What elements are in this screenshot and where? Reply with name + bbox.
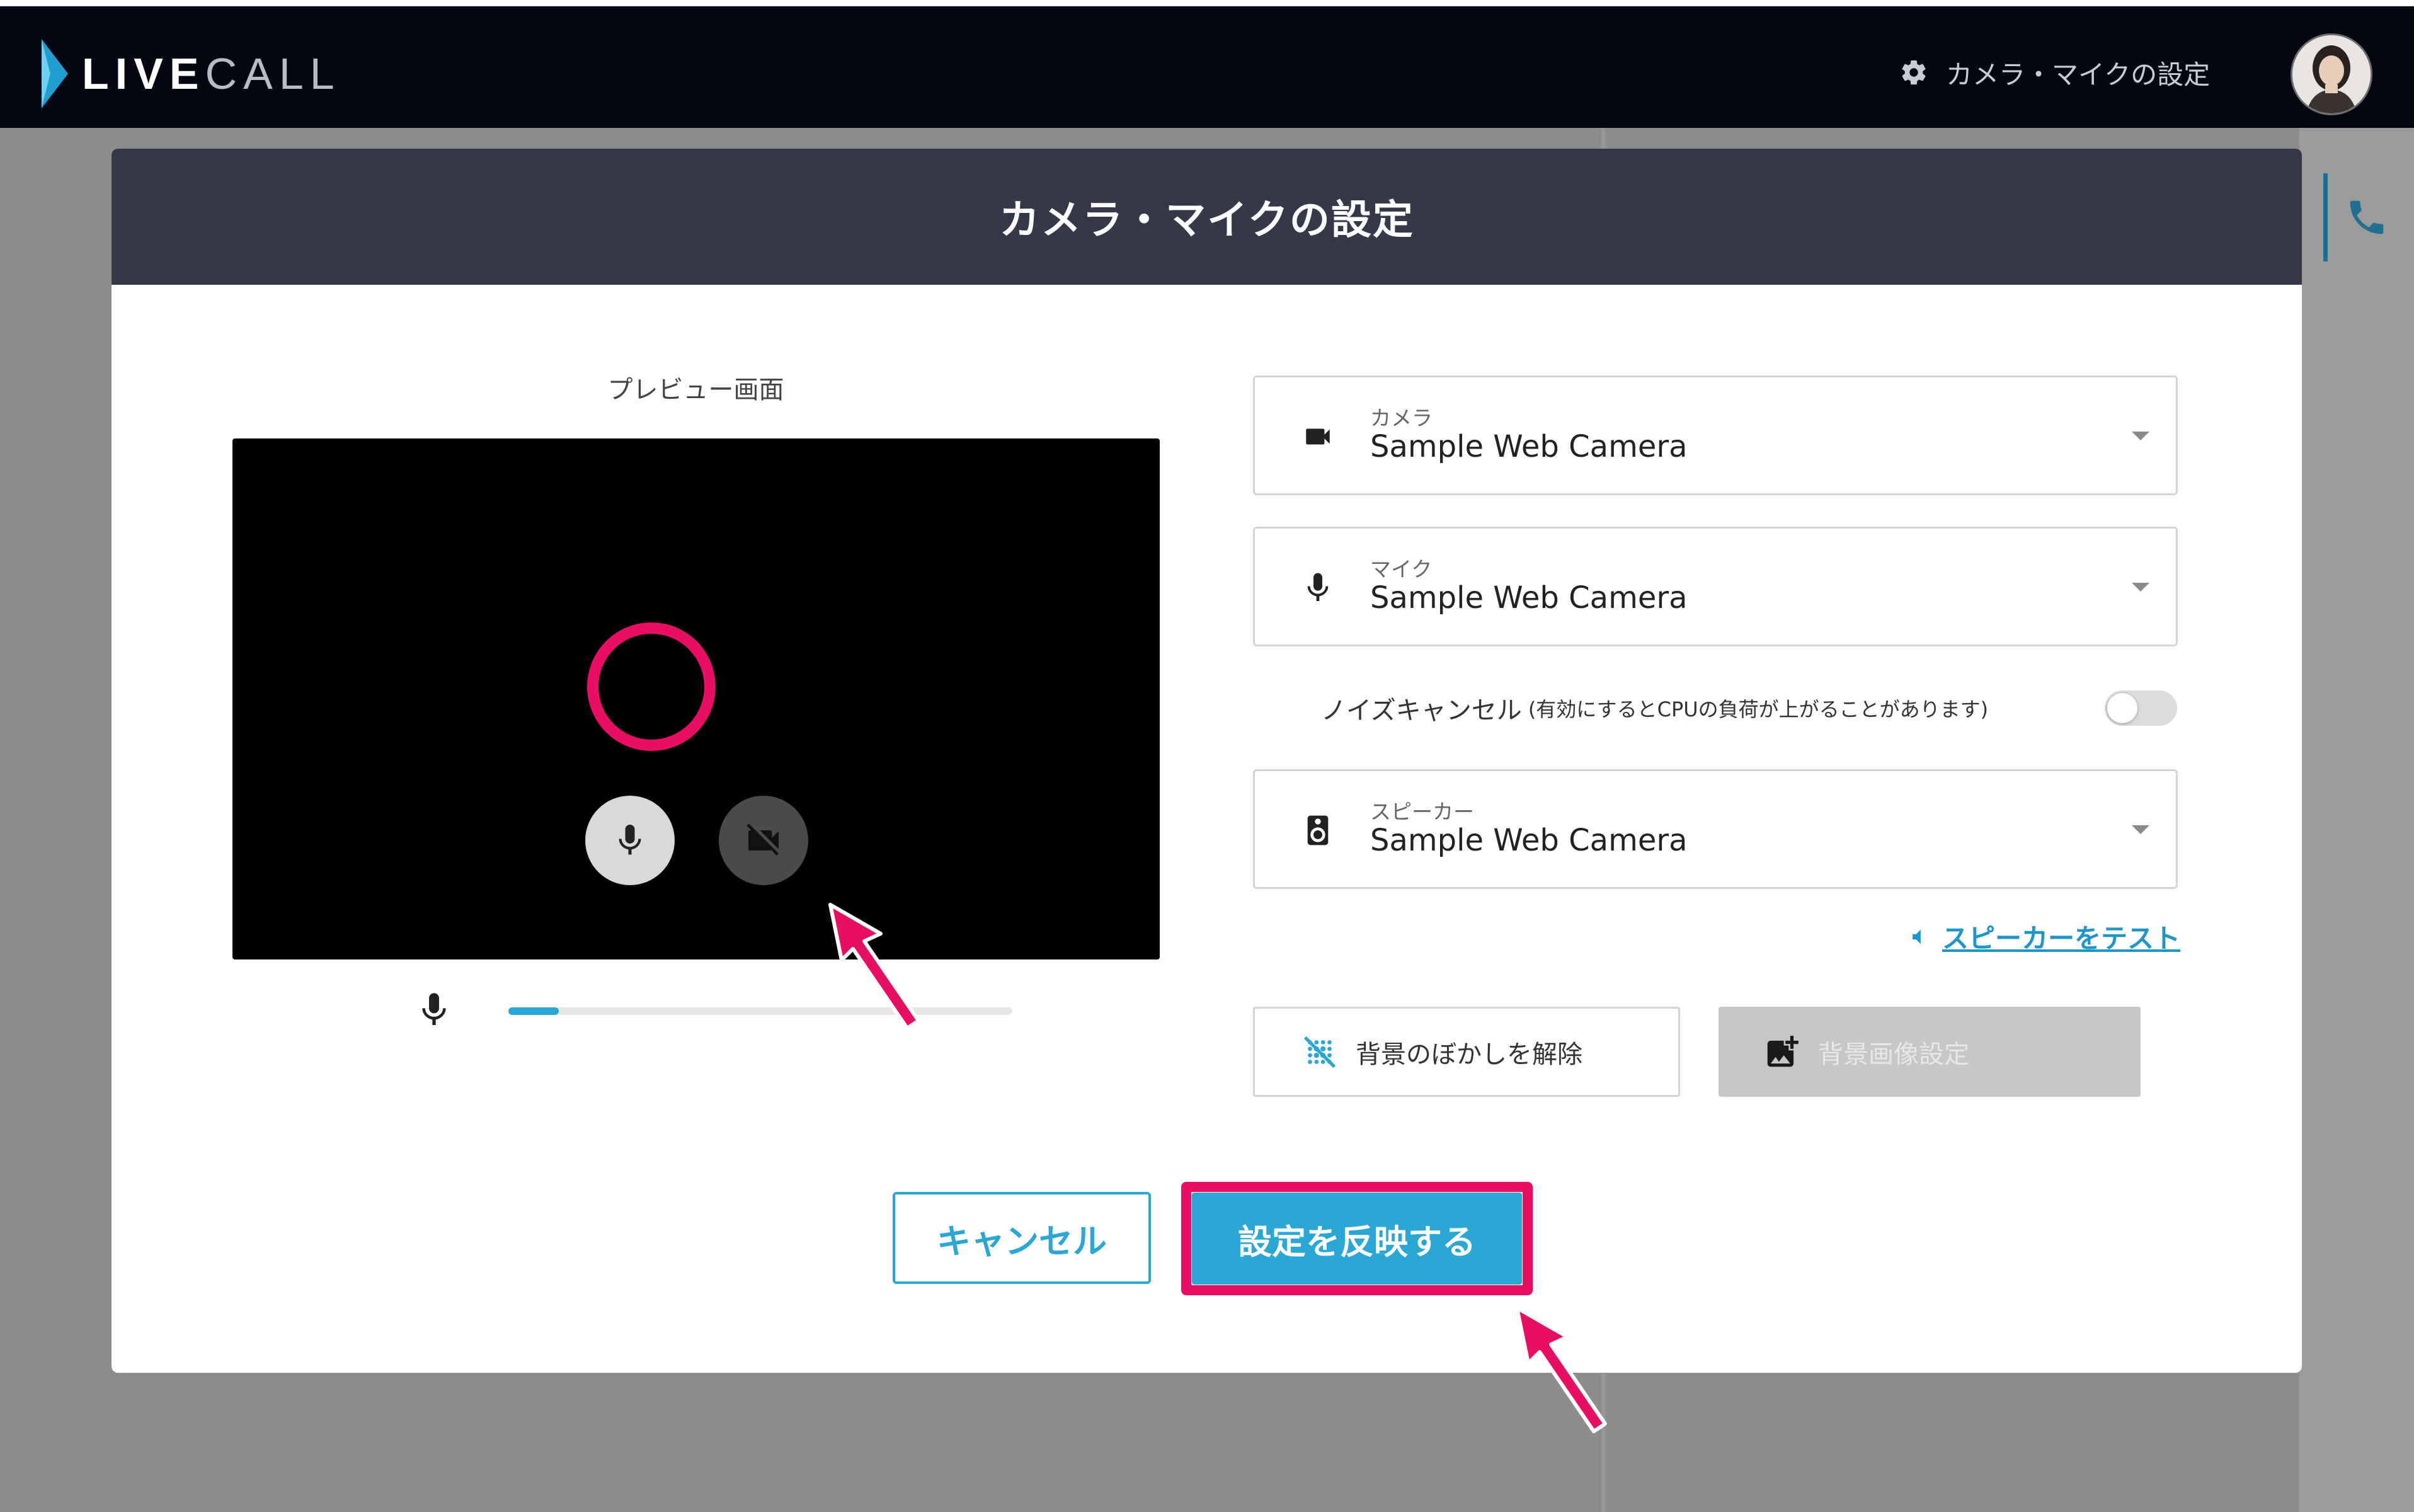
user-avatar[interactable]	[2291, 33, 2372, 115]
add-photo-icon	[1767, 1035, 1799, 1067]
speaker-select-label: スピーカー	[1370, 799, 1474, 824]
background-accent-bar	[2323, 173, 2328, 261]
logo-mark-icon	[42, 39, 68, 108]
camera-button-highlight-ring	[587, 622, 716, 751]
toggle-knob	[2107, 693, 2137, 723]
noise-cancel-row: ノイズキャンセル (有効にするとCPUの負荷が上がることがあります)	[1321, 686, 1988, 730]
videocam-off-icon	[747, 823, 779, 856]
background-image-label: 背景画像設定	[1818, 1040, 1969, 1069]
mic-icon	[422, 993, 446, 1025]
videocam-icon	[1299, 418, 1337, 455]
apply-label: 設定を反映する	[1238, 1222, 1476, 1262]
test-speaker-link[interactable]: スピーカーをテスト	[1908, 917, 2180, 956]
pointer-arrow-icon	[1515, 1306, 1607, 1433]
dialog-header: カメラ・マイクの設定	[112, 149, 2302, 285]
mic-icon	[619, 825, 641, 855]
gear-icon	[1902, 60, 1926, 85]
phone-icon	[2350, 200, 2384, 234]
speaker-select[interactable]: スピーカー Sample Web Camera	[1253, 769, 2178, 889]
background-image-button[interactable]: 背景画像設定	[1719, 1007, 2141, 1097]
noise-cancel-label: ノイズキャンセル	[1321, 696, 1522, 725]
camera-select[interactable]: カメラ Sample Web Camera	[1253, 375, 2178, 495]
camera-mic-settings-dialog: カメラ・マイクの設定 プレビュー画面 カメラ Sample Web Camera	[112, 149, 2302, 1373]
livecall-logo[interactable]: LIVECALL	[39, 39, 341, 108]
mic-level-row	[414, 987, 1107, 1037]
dialog-title: カメラ・マイクの設定	[999, 197, 1414, 244]
camera-mic-settings-link[interactable]: カメラ・マイクの設定	[1899, 50, 2210, 94]
volume-icon	[1913, 929, 1921, 944]
cancel-button[interactable]: キャンセル	[893, 1192, 1151, 1284]
test-speaker-label: スピーカーをテスト	[1942, 923, 2181, 954]
speaker-icon	[1299, 811, 1337, 849]
camera-select-value: Sample Web Camera	[1370, 429, 1688, 464]
noise-cancel-toggle[interactable]	[2105, 690, 2177, 726]
noise-cancel-note: (有効にするとCPUの負荷が上がることがあります)	[1528, 697, 1989, 721]
blur-off-icon	[1303, 1036, 1336, 1068]
disable-blur-button[interactable]: 背景のぼかしを解除	[1253, 1007, 1680, 1097]
background-side-panel	[2299, 128, 2414, 1512]
mic-select-value: Sample Web Camera	[1370, 580, 1688, 616]
camera-toggle-button[interactable]	[719, 796, 808, 885]
chevron-down-icon	[2132, 432, 2149, 440]
preview-title: プレビュー画面	[607, 375, 784, 404]
speaker-select-value: Sample Web Camera	[1370, 823, 1688, 858]
chevron-down-icon	[2132, 825, 2149, 834]
mic-icon	[1299, 569, 1337, 607]
settings-link-label: カメラ・マイクの設定	[1946, 59, 2211, 90]
top-bar: LIVECALL カメラ・マイクの設定	[0, 0, 2414, 128]
logo-text: LIVECALL	[82, 49, 341, 98]
cancel-label: キャンセル	[937, 1221, 1107, 1261]
avatar-image	[2292, 35, 2371, 113]
disable-blur-label: 背景のぼかしを解除	[1356, 1040, 1582, 1069]
chevron-down-icon	[2132, 583, 2149, 592]
pointer-arrow-icon	[828, 903, 920, 1030]
mic-level-fill	[508, 1007, 559, 1015]
mic-select-label: マイク	[1370, 557, 1433, 581]
apply-settings-button[interactable]: 設定を反映する	[1192, 1193, 1522, 1285]
mic-toggle-button[interactable]	[585, 796, 675, 885]
mic-select[interactable]: マイク Sample Web Camera	[1253, 527, 2178, 646]
camera-select-label: カメラ	[1370, 406, 1433, 430]
